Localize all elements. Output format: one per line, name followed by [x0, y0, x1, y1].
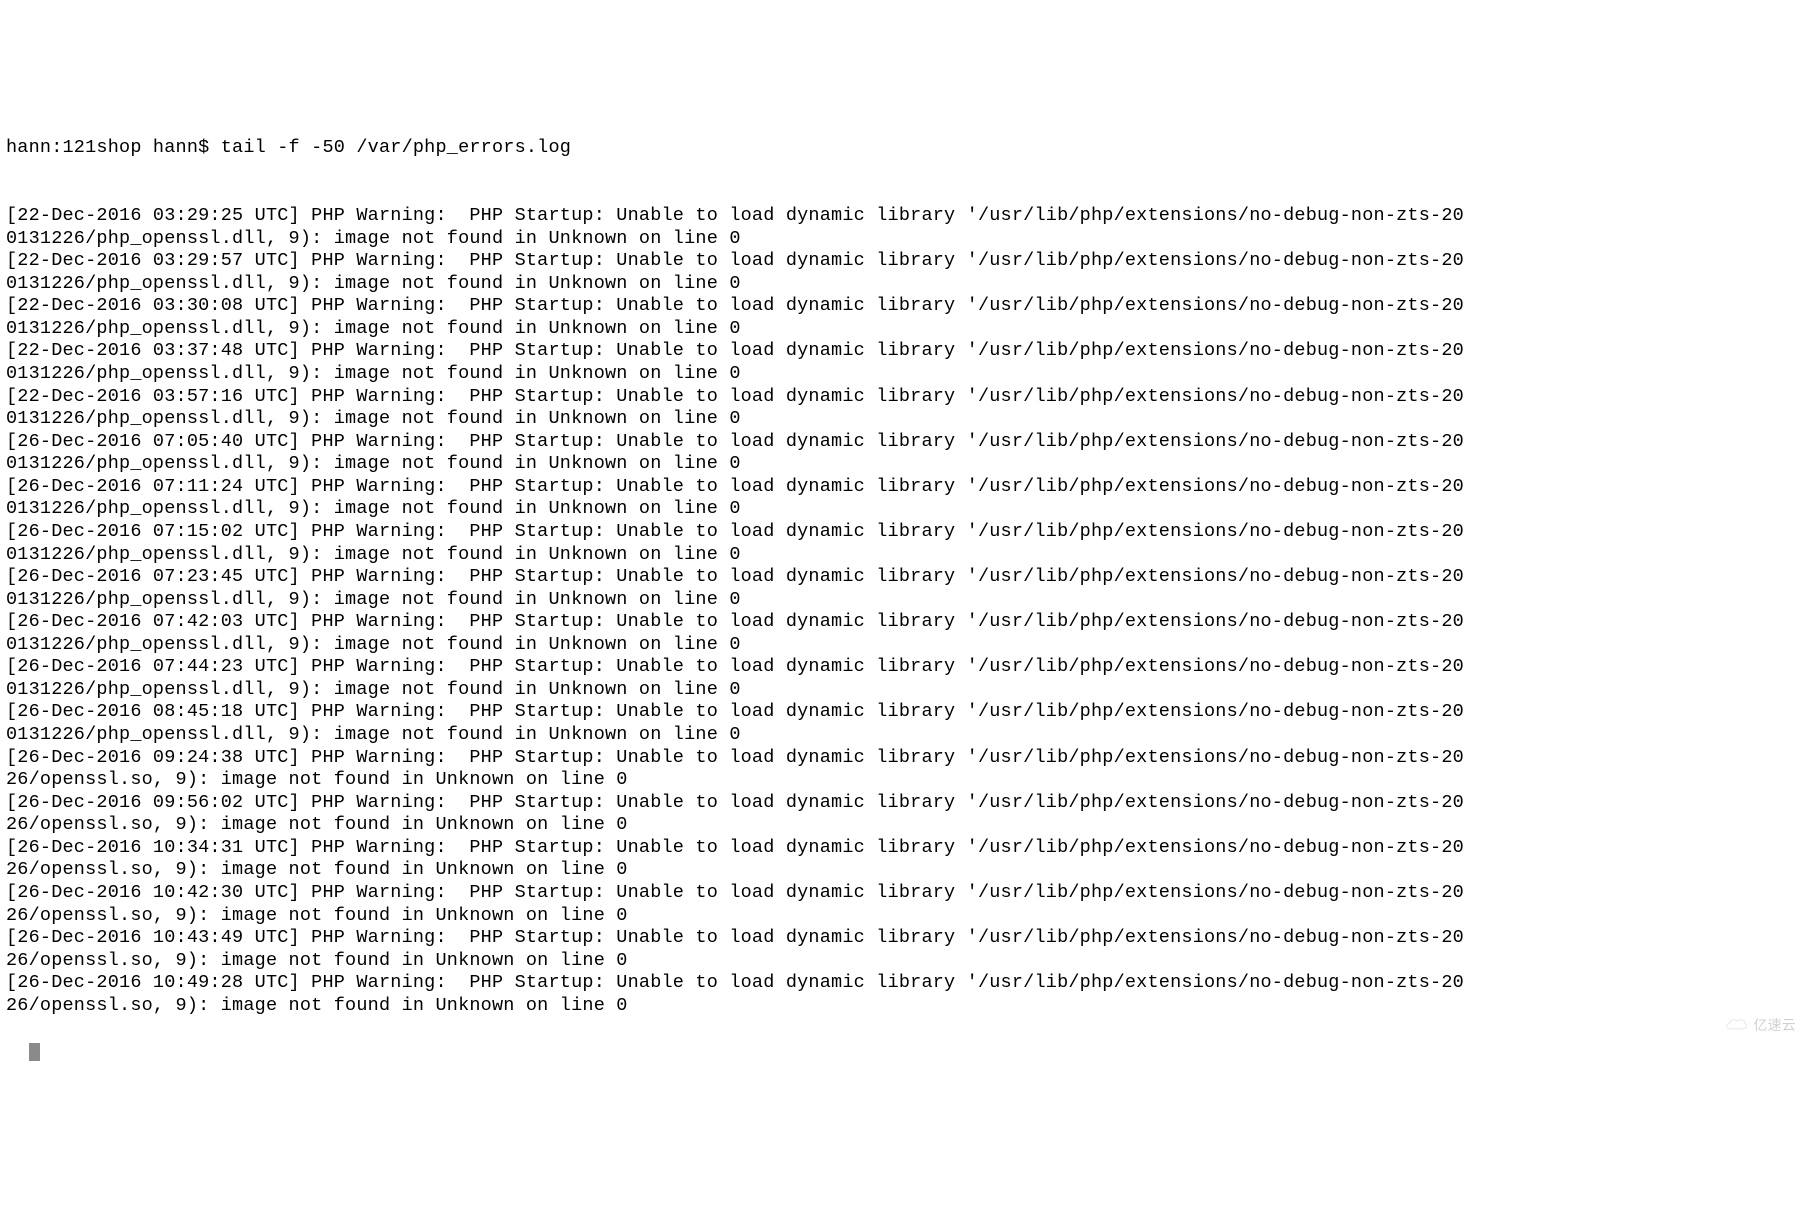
log-line: 0131226/php_openssl.dll, 9): image not f… — [6, 498, 1800, 521]
log-line: [26-Dec-2016 07:23:45 UTC] PHP Warning: … — [6, 566, 1800, 589]
log-line: [26-Dec-2016 09:24:38 UTC] PHP Warning: … — [6, 747, 1800, 770]
log-line: [26-Dec-2016 10:43:49 UTC] PHP Warning: … — [6, 927, 1800, 950]
log-line: 0131226/php_openssl.dll, 9): image not f… — [6, 228, 1800, 251]
log-line: 26/openssl.so, 9): image not found in Un… — [6, 814, 1800, 837]
log-line: 26/openssl.so, 9): image not found in Un… — [6, 950, 1800, 973]
log-line: 0131226/php_openssl.dll, 9): image not f… — [6, 273, 1800, 296]
log-line: [22-Dec-2016 03:30:08 UTC] PHP Warning: … — [6, 295, 1800, 318]
log-line: [22-Dec-2016 03:37:48 UTC] PHP Warning: … — [6, 340, 1800, 363]
cursor-block — [29, 1043, 40, 1061]
log-line: 0131226/php_openssl.dll, 9): image not f… — [6, 634, 1800, 657]
log-line: 0131226/php_openssl.dll, 9): image not f… — [6, 363, 1800, 386]
log-line: 0131226/php_openssl.dll, 9): image not f… — [6, 589, 1800, 612]
log-line: [22-Dec-2016 03:29:57 UTC] PHP Warning: … — [6, 250, 1800, 273]
log-line: [26-Dec-2016 10:42:30 UTC] PHP Warning: … — [6, 882, 1800, 905]
log-line: 0131226/php_openssl.dll, 9): image not f… — [6, 318, 1800, 341]
log-line: 26/openssl.so, 9): image not found in Un… — [6, 905, 1800, 928]
log-line: [26-Dec-2016 07:44:23 UTC] PHP Warning: … — [6, 656, 1800, 679]
log-line: [26-Dec-2016 07:11:24 UTC] PHP Warning: … — [6, 476, 1800, 499]
log-line: 0131226/php_openssl.dll, 9): image not f… — [6, 724, 1800, 747]
log-line: 0131226/php_openssl.dll, 9): image not f… — [6, 408, 1800, 431]
log-line: 26/openssl.so, 9): image not found in Un… — [6, 769, 1800, 792]
log-line: 0131226/php_openssl.dll, 9): image not f… — [6, 453, 1800, 476]
log-line: [26-Dec-2016 07:15:02 UTC] PHP Warning: … — [6, 521, 1800, 544]
log-line: [22-Dec-2016 03:57:16 UTC] PHP Warning: … — [6, 386, 1800, 409]
cloud-icon — [1723, 1017, 1749, 1033]
log-line: [26-Dec-2016 08:45:18 UTC] PHP Warning: … — [6, 701, 1800, 724]
log-output: [22-Dec-2016 03:29:25 UTC] PHP Warning: … — [6, 205, 1800, 1017]
terminal-output[interactable]: hann:121shop hann$ tail -f -50 /var/php_… — [6, 92, 1800, 1062]
log-line: [26-Dec-2016 10:49:28 UTC] PHP Warning: … — [6, 972, 1800, 995]
log-line: [22-Dec-2016 03:29:25 UTC] PHP Warning: … — [6, 205, 1800, 228]
log-line: 0131226/php_openssl.dll, 9): image not f… — [6, 679, 1800, 702]
log-line: [26-Dec-2016 07:05:40 UTC] PHP Warning: … — [6, 431, 1800, 454]
log-line: 26/openssl.so, 9): image not found in Un… — [6, 995, 1800, 1018]
log-line: [26-Dec-2016 10:34:31 UTC] PHP Warning: … — [6, 837, 1800, 860]
watermark-logo: 亿速云 — [1723, 1017, 1796, 1034]
log-line: 26/openssl.so, 9): image not found in Un… — [6, 859, 1800, 882]
watermark-text: 亿速云 — [1753, 1017, 1796, 1034]
log-line: [26-Dec-2016 07:42:03 UTC] PHP Warning: … — [6, 611, 1800, 634]
log-line: [26-Dec-2016 09:56:02 UTC] PHP Warning: … — [6, 792, 1800, 815]
log-line: 0131226/php_openssl.dll, 9): image not f… — [6, 544, 1800, 567]
prompt-line: hann:121shop hann$ tail -f -50 /var/php_… — [6, 137, 1800, 160]
